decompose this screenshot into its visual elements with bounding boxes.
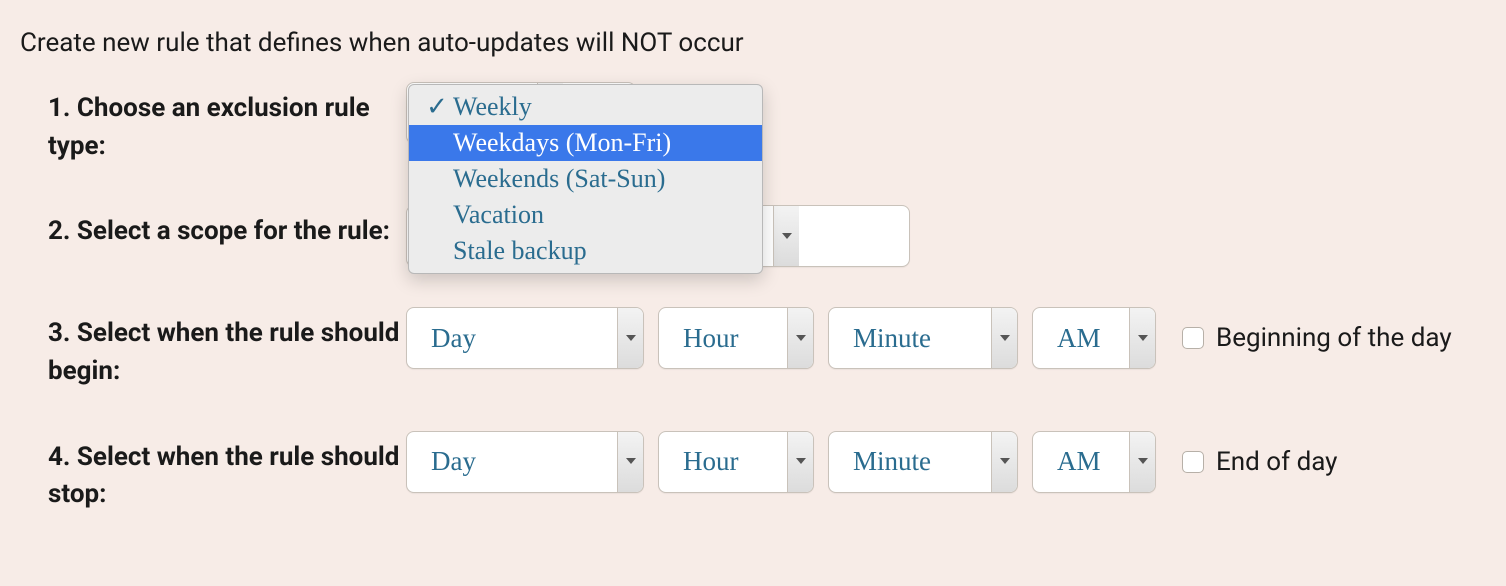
rule-type-label: 1. Choose an exclusion rule type: bbox=[48, 82, 406, 165]
rule-type-menu-item[interactable]: Vacation bbox=[409, 197, 762, 233]
chevron-down-icon bbox=[787, 432, 813, 492]
rule-type-menu-item[interactable]: Weekends (Sat-Sun) bbox=[409, 161, 762, 197]
row-begin: 3. Select when the rule should begin: Da… bbox=[48, 307, 1486, 390]
begin-label: 3. Select when the rule should begin: bbox=[48, 307, 406, 390]
begin-day-select[interactable]: Day bbox=[406, 307, 644, 369]
stop-ampm-value: AM bbox=[1033, 432, 1129, 492]
row-scope: 2. Select a scope for the rule: oftware bbox=[48, 205, 1486, 267]
menu-item-label: Stale backup bbox=[449, 236, 587, 266]
chevron-down-icon bbox=[773, 206, 799, 266]
scope-label: 2. Select a scope for the rule: bbox=[48, 205, 406, 251]
menu-item-label: Vacation bbox=[449, 200, 544, 230]
menu-item-label: Weekdays (Mon-Fri) bbox=[449, 128, 671, 158]
rule-type-menu-item[interactable]: Stale backup bbox=[409, 233, 762, 269]
begin-ampm-select[interactable]: AM bbox=[1032, 307, 1156, 369]
rule-type-menu-item[interactable]: ✓Weekly bbox=[409, 89, 762, 125]
stop-end-of-day-checkbox[interactable] bbox=[1182, 451, 1204, 473]
begin-beginning-of-day-checkbox[interactable] bbox=[1182, 327, 1204, 349]
stop-checkbox-label: End of day bbox=[1216, 447, 1337, 477]
chevron-down-icon bbox=[617, 308, 643, 368]
chevron-down-icon bbox=[991, 308, 1017, 368]
stop-day-select[interactable]: Day bbox=[406, 431, 644, 493]
page-heading: Create new rule that defines when auto-u… bbox=[20, 28, 1486, 58]
stop-minute-select[interactable]: Minute bbox=[828, 431, 1018, 493]
menu-item-label: Weekly bbox=[449, 92, 532, 122]
row-stop: 4. Select when the rule should stop: Day… bbox=[48, 431, 1486, 514]
begin-minute-select[interactable]: Minute bbox=[828, 307, 1018, 369]
begin-day-value: Day bbox=[407, 308, 617, 368]
begin-hour-value: Hour bbox=[659, 308, 787, 368]
chevron-down-icon bbox=[1129, 308, 1155, 368]
check-icon: ✓ bbox=[425, 92, 449, 122]
stop-day-value: Day bbox=[407, 432, 617, 492]
rule-type-menu-item[interactable]: Weekdays (Mon-Fri) bbox=[409, 125, 762, 161]
stop-hour-select[interactable]: Hour bbox=[658, 431, 814, 493]
begin-hour-select[interactable]: Hour bbox=[658, 307, 814, 369]
stop-ampm-select[interactable]: AM bbox=[1032, 431, 1156, 493]
rule-type-dropdown-menu: ✓WeeklyWeekdays (Mon-Fri)Weekends (Sat-S… bbox=[408, 84, 763, 274]
chevron-down-icon bbox=[991, 432, 1017, 492]
row-rule-type: 1. Choose an exclusion rule type: Weekly bbox=[48, 82, 1486, 165]
begin-ampm-value: AM bbox=[1033, 308, 1129, 368]
stop-label: 4. Select when the rule should stop: bbox=[48, 431, 406, 514]
begin-checkbox-label: Beginning of the day bbox=[1216, 323, 1452, 353]
chevron-down-icon bbox=[1129, 432, 1155, 492]
chevron-down-icon bbox=[617, 432, 643, 492]
stop-minute-value: Minute bbox=[829, 432, 991, 492]
chevron-down-icon bbox=[787, 308, 813, 368]
menu-item-label: Weekends (Sat-Sun) bbox=[449, 164, 665, 194]
stop-hour-value: Hour bbox=[659, 432, 787, 492]
begin-minute-value: Minute bbox=[829, 308, 991, 368]
